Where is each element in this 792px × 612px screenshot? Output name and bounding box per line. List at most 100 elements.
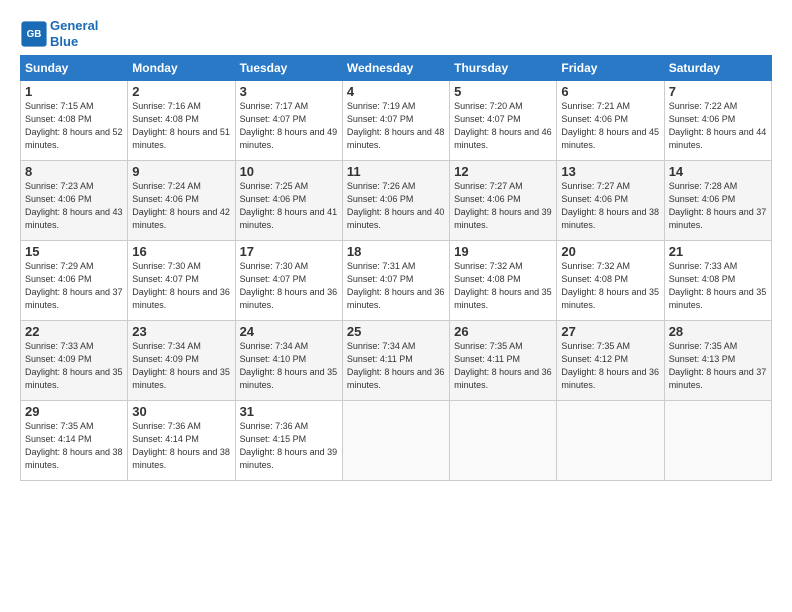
day-number: 28: [669, 324, 767, 339]
day-info: Sunrise: 7:23 AMSunset: 4:06 PMDaylight:…: [25, 180, 123, 232]
calendar-cell: 30 Sunrise: 7:36 AMSunset: 4:14 PMDaylig…: [128, 401, 235, 481]
calendar-row-5: 29 Sunrise: 7:35 AMSunset: 4:14 PMDaylig…: [21, 401, 772, 481]
day-number: 20: [561, 244, 659, 259]
calendar-cell: 19 Sunrise: 7:32 AMSunset: 4:08 PMDaylig…: [450, 241, 557, 321]
day-info: Sunrise: 7:34 AMSunset: 4:10 PMDaylight:…: [240, 340, 338, 392]
day-number: 8: [25, 164, 123, 179]
col-header-tuesday: Tuesday: [235, 56, 342, 81]
logo-text: General Blue: [50, 18, 98, 49]
day-number: 22: [25, 324, 123, 339]
calendar-cell: 11 Sunrise: 7:26 AMSunset: 4:06 PMDaylig…: [342, 161, 449, 241]
calendar-cell: 7 Sunrise: 7:22 AMSunset: 4:06 PMDayligh…: [664, 81, 771, 161]
day-number: 21: [669, 244, 767, 259]
day-info: Sunrise: 7:27 AMSunset: 4:06 PMDaylight:…: [561, 180, 659, 232]
day-number: 29: [25, 404, 123, 419]
calendar-cell: 12 Sunrise: 7:27 AMSunset: 4:06 PMDaylig…: [450, 161, 557, 241]
calendar-table: SundayMondayTuesdayWednesdayThursdayFrid…: [20, 55, 772, 481]
day-number: 3: [240, 84, 338, 99]
day-number: 13: [561, 164, 659, 179]
day-number: 2: [132, 84, 230, 99]
day-number: 14: [669, 164, 767, 179]
header-row: SundayMondayTuesdayWednesdayThursdayFrid…: [21, 56, 772, 81]
day-number: 12: [454, 164, 552, 179]
calendar-cell: 6 Sunrise: 7:21 AMSunset: 4:06 PMDayligh…: [557, 81, 664, 161]
col-header-thursday: Thursday: [450, 56, 557, 81]
col-header-friday: Friday: [557, 56, 664, 81]
logo: GB General Blue: [20, 18, 98, 49]
day-number: 30: [132, 404, 230, 419]
day-info: Sunrise: 7:26 AMSunset: 4:06 PMDaylight:…: [347, 180, 445, 232]
day-number: 11: [347, 164, 445, 179]
calendar-cell: 13 Sunrise: 7:27 AMSunset: 4:06 PMDaylig…: [557, 161, 664, 241]
calendar-cell: [342, 401, 449, 481]
calendar-row-4: 22 Sunrise: 7:33 AMSunset: 4:09 PMDaylig…: [21, 321, 772, 401]
day-number: 4: [347, 84, 445, 99]
col-header-sunday: Sunday: [21, 56, 128, 81]
day-number: 26: [454, 324, 552, 339]
calendar-cell: 16 Sunrise: 7:30 AMSunset: 4:07 PMDaylig…: [128, 241, 235, 321]
day-info: Sunrise: 7:35 AMSunset: 4:11 PMDaylight:…: [454, 340, 552, 392]
day-info: Sunrise: 7:33 AMSunset: 4:09 PMDaylight:…: [25, 340, 123, 392]
day-number: 5: [454, 84, 552, 99]
day-info: Sunrise: 7:34 AMSunset: 4:11 PMDaylight:…: [347, 340, 445, 392]
day-info: Sunrise: 7:19 AMSunset: 4:07 PMDaylight:…: [347, 100, 445, 152]
calendar-cell: 31 Sunrise: 7:36 AMSunset: 4:15 PMDaylig…: [235, 401, 342, 481]
calendar-cell: 8 Sunrise: 7:23 AMSunset: 4:06 PMDayligh…: [21, 161, 128, 241]
day-info: Sunrise: 7:34 AMSunset: 4:09 PMDaylight:…: [132, 340, 230, 392]
day-info: Sunrise: 7:36 AMSunset: 4:14 PMDaylight:…: [132, 420, 230, 472]
calendar-cell: 9 Sunrise: 7:24 AMSunset: 4:06 PMDayligh…: [128, 161, 235, 241]
calendar-cell: 28 Sunrise: 7:35 AMSunset: 4:13 PMDaylig…: [664, 321, 771, 401]
calendar-cell: 3 Sunrise: 7:17 AMSunset: 4:07 PMDayligh…: [235, 81, 342, 161]
day-info: Sunrise: 7:29 AMSunset: 4:06 PMDaylight:…: [25, 260, 123, 312]
calendar-cell: 20 Sunrise: 7:32 AMSunset: 4:08 PMDaylig…: [557, 241, 664, 321]
day-info: Sunrise: 7:16 AMSunset: 4:08 PMDaylight:…: [132, 100, 230, 152]
day-info: Sunrise: 7:33 AMSunset: 4:08 PMDaylight:…: [669, 260, 767, 312]
header: GB General Blue: [20, 18, 772, 49]
col-header-wednesday: Wednesday: [342, 56, 449, 81]
calendar-cell: 5 Sunrise: 7:20 AMSunset: 4:07 PMDayligh…: [450, 81, 557, 161]
day-info: Sunrise: 7:21 AMSunset: 4:06 PMDaylight:…: [561, 100, 659, 152]
day-info: Sunrise: 7:15 AMSunset: 4:08 PMDaylight:…: [25, 100, 123, 152]
day-number: 31: [240, 404, 338, 419]
col-header-saturday: Saturday: [664, 56, 771, 81]
day-info: Sunrise: 7:27 AMSunset: 4:06 PMDaylight:…: [454, 180, 552, 232]
calendar-cell: 25 Sunrise: 7:34 AMSunset: 4:11 PMDaylig…: [342, 321, 449, 401]
day-number: 25: [347, 324, 445, 339]
day-info: Sunrise: 7:32 AMSunset: 4:08 PMDaylight:…: [561, 260, 659, 312]
day-info: Sunrise: 7:36 AMSunset: 4:15 PMDaylight:…: [240, 420, 338, 472]
day-number: 16: [132, 244, 230, 259]
day-info: Sunrise: 7:30 AMSunset: 4:07 PMDaylight:…: [132, 260, 230, 312]
day-info: Sunrise: 7:32 AMSunset: 4:08 PMDaylight:…: [454, 260, 552, 312]
calendar-row-1: 1 Sunrise: 7:15 AMSunset: 4:08 PMDayligh…: [21, 81, 772, 161]
day-info: Sunrise: 7:35 AMSunset: 4:13 PMDaylight:…: [669, 340, 767, 392]
day-number: 1: [25, 84, 123, 99]
calendar-cell: 26 Sunrise: 7:35 AMSunset: 4:11 PMDaylig…: [450, 321, 557, 401]
day-number: 9: [132, 164, 230, 179]
day-number: 19: [454, 244, 552, 259]
calendar-cell: [450, 401, 557, 481]
calendar-row-2: 8 Sunrise: 7:23 AMSunset: 4:06 PMDayligh…: [21, 161, 772, 241]
day-info: Sunrise: 7:24 AMSunset: 4:06 PMDaylight:…: [132, 180, 230, 232]
calendar-cell: 1 Sunrise: 7:15 AMSunset: 4:08 PMDayligh…: [21, 81, 128, 161]
day-info: Sunrise: 7:31 AMSunset: 4:07 PMDaylight:…: [347, 260, 445, 312]
calendar-cell: 23 Sunrise: 7:34 AMSunset: 4:09 PMDaylig…: [128, 321, 235, 401]
calendar-cell: 24 Sunrise: 7:34 AMSunset: 4:10 PMDaylig…: [235, 321, 342, 401]
calendar-row-3: 15 Sunrise: 7:29 AMSunset: 4:06 PMDaylig…: [21, 241, 772, 321]
calendar-cell: 21 Sunrise: 7:33 AMSunset: 4:08 PMDaylig…: [664, 241, 771, 321]
calendar-cell: 22 Sunrise: 7:33 AMSunset: 4:09 PMDaylig…: [21, 321, 128, 401]
calendar-cell: 18 Sunrise: 7:31 AMSunset: 4:07 PMDaylig…: [342, 241, 449, 321]
day-info: Sunrise: 7:17 AMSunset: 4:07 PMDaylight:…: [240, 100, 338, 152]
day-info: Sunrise: 7:20 AMSunset: 4:07 PMDaylight:…: [454, 100, 552, 152]
day-number: 10: [240, 164, 338, 179]
calendar-cell: 10 Sunrise: 7:25 AMSunset: 4:06 PMDaylig…: [235, 161, 342, 241]
day-info: Sunrise: 7:28 AMSunset: 4:06 PMDaylight:…: [669, 180, 767, 232]
calendar-cell: 29 Sunrise: 7:35 AMSunset: 4:14 PMDaylig…: [21, 401, 128, 481]
day-number: 6: [561, 84, 659, 99]
day-info: Sunrise: 7:35 AMSunset: 4:14 PMDaylight:…: [25, 420, 123, 472]
calendar-cell: 4 Sunrise: 7:19 AMSunset: 4:07 PMDayligh…: [342, 81, 449, 161]
calendar-cell: [664, 401, 771, 481]
day-number: 15: [25, 244, 123, 259]
day-number: 17: [240, 244, 338, 259]
day-number: 7: [669, 84, 767, 99]
col-header-monday: Monday: [128, 56, 235, 81]
